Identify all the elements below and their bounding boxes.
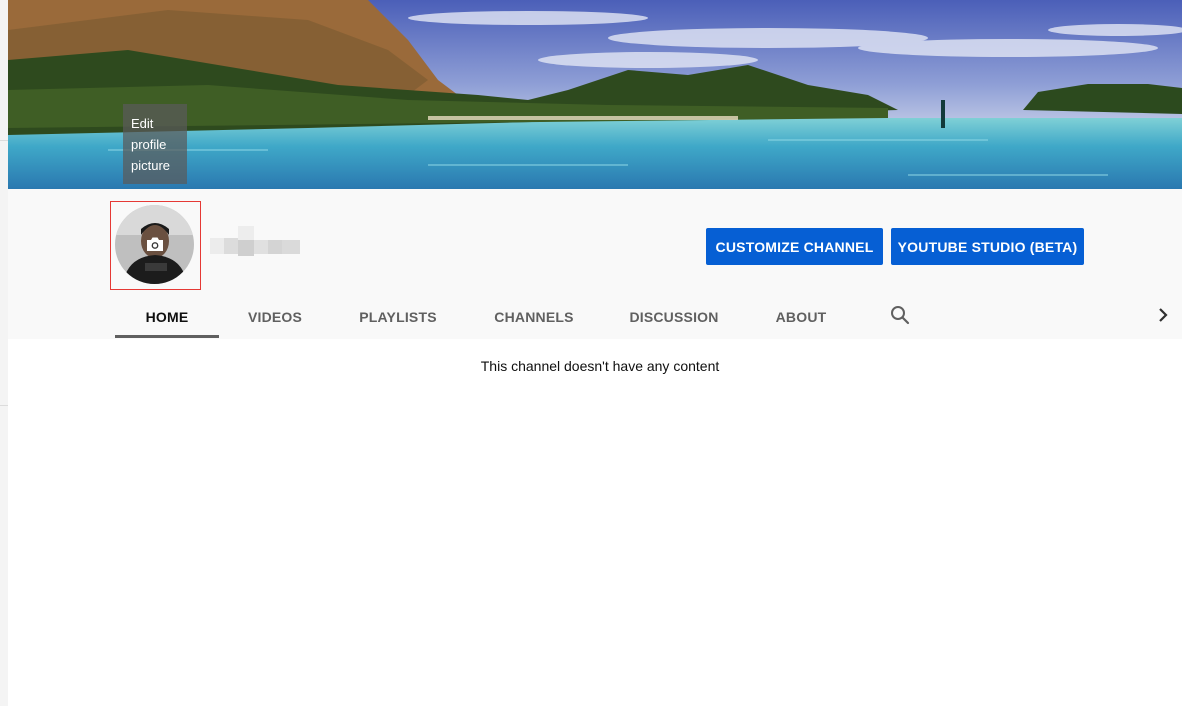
tooltip-line: Edit: [131, 116, 154, 131]
active-tab-indicator: [115, 335, 219, 338]
tab-home[interactable]: HOME: [115, 296, 219, 338]
chevron-right-icon[interactable]: [1153, 304, 1173, 326]
tab-discussion[interactable]: DISCUSSION: [614, 296, 734, 338]
empty-content-message: This channel doesn't have any content: [480, 358, 720, 374]
channel-name-redacted: [210, 226, 300, 256]
tab-about[interactable]: ABOUT: [758, 296, 844, 338]
left-rail-divider: [0, 405, 8, 406]
left-rail: [0, 0, 8, 706]
tab-channels[interactable]: CHANNELS: [478, 296, 590, 338]
edit-profile-picture-tooltip: Edit profile picture: [123, 104, 187, 184]
tab-playlists[interactable]: PLAYLISTS: [343, 296, 453, 338]
search-icon[interactable]: [889, 304, 911, 326]
customize-channel-button[interactable]: CUSTOMIZE CHANNEL: [706, 228, 883, 265]
left-rail-divider: [0, 140, 8, 141]
tooltip-line: picture: [131, 158, 171, 173]
youtube-studio-button[interactable]: YOUTUBE STUDIO (BETA): [891, 228, 1084, 265]
tab-videos[interactable]: VIDEOS: [231, 296, 319, 338]
camera-icon: [145, 236, 165, 252]
tooltip-line: profile: [131, 137, 167, 152]
